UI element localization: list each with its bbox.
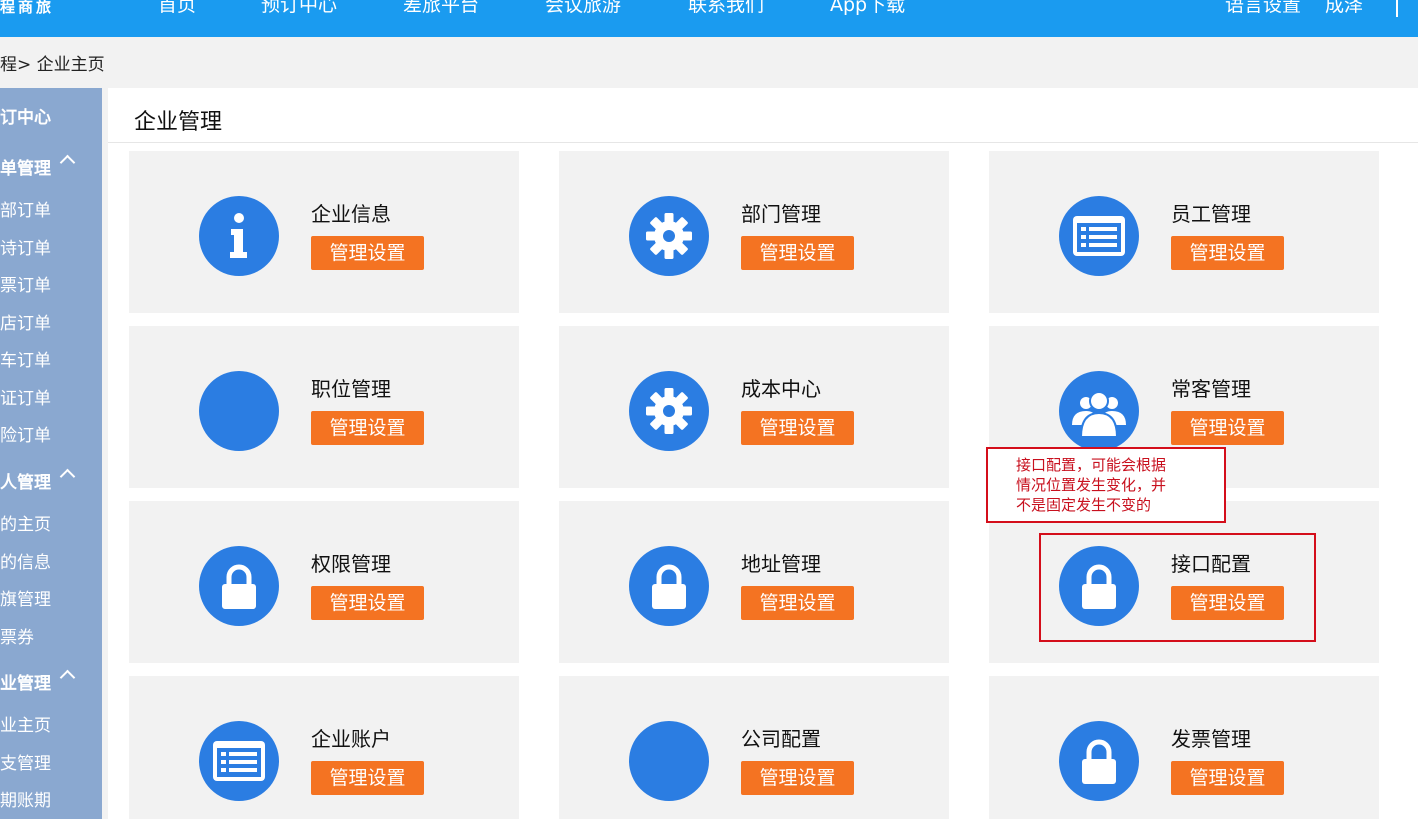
manage-settings-button[interactable]: 管理设置 [741,586,854,620]
top-nav: 程商旅 首页 预订中心 差旅平台 会议旅游 联系我们 App下载 语言设置 成泽 [0,0,1418,37]
sidebar-item-order-4[interactable]: 店订单 [0,309,51,334]
management-card: 职位管理 管理设置 [129,326,519,488]
sidebar-item-order-3[interactable]: 票订单 [0,271,51,296]
manage-settings-button[interactable]: 管理设置 [311,236,424,270]
sidebar-section-label: 单管理 [0,159,51,179]
sidebar-item-corp-2[interactable]: 支管理 [0,749,51,774]
sidebar: 订中心 单管理 部订单 诗订单 票订单 店订单 车订单 证订单 险订单 人管理 … [0,88,102,819]
annotation-line: 情况位置发生变化，并 [1016,476,1167,494]
manage-settings-button[interactable]: 管理设置 [741,236,854,270]
users-icon[interactable] [1059,371,1139,451]
nav-booking-center[interactable]: 预订中心 [261,0,337,17]
nav-user-name[interactable]: 成泽 [1325,0,1363,17]
blank-icon[interactable] [199,371,279,451]
nav-home[interactable]: 首页 [158,0,196,17]
breadcrumb-current: 企业主页 [36,55,105,75]
manage-settings-button[interactable]: 管理设置 [311,761,424,795]
lock-icon[interactable] [629,546,709,626]
management-card: 部门管理 管理设置 [559,151,949,313]
card-title: 地址管理 [741,552,821,576]
list-icon[interactable] [199,721,279,801]
chevron-up-icon[interactable] [59,468,76,485]
card-title: 成本中心 [741,377,821,401]
manage-settings-button[interactable]: 管理设置 [1171,236,1284,270]
sidebar-booking-center[interactable]: 订中心 [0,103,51,128]
blank-icon[interactable] [629,721,709,801]
sidebar-item-corp-home[interactable]: 业主页 [0,711,51,736]
gear-icon[interactable] [629,371,709,451]
manage-settings-button[interactable]: 管理设置 [741,761,854,795]
sidebar-item-order-2[interactable]: 诗订单 [0,234,51,259]
page-title: 企业管理 [134,110,223,135]
management-card: 公司配置 管理设置 [559,676,949,819]
lock-icon[interactable] [1059,721,1139,801]
card-title: 权限管理 [311,552,391,576]
brand-logo[interactable]: 程商旅 [0,0,54,17]
info-icon[interactable] [199,196,279,276]
sidebar-item-order-6[interactable]: 证订单 [0,384,51,409]
breadcrumb: 程> 企业主页 [0,50,105,75]
card-title: 企业信息 [311,202,391,226]
manage-settings-button[interactable]: 管理设置 [311,586,424,620]
card-title: 员工管理 [1171,202,1251,226]
sidebar-section-orders[interactable]: 单管理 [0,154,76,179]
nav-language-settings[interactable]: 语言设置 [1225,0,1301,17]
sidebar-item-order-5[interactable]: 车订单 [0,346,51,371]
sidebar-section-personal[interactable]: 人管理 [0,468,76,493]
manage-settings-button[interactable]: 管理设置 [1171,761,1284,795]
sidebar-section-label: 人管理 [0,473,51,493]
lock-icon[interactable] [199,546,279,626]
annotation-line: 接口配置，可能会根据 [1016,456,1167,474]
list-icon[interactable] [1059,196,1139,276]
sidebar-item-my-home[interactable]: 的主页 [0,510,51,535]
card-title: 企业账户 [311,727,391,751]
management-card: 员工管理 管理设置 [989,151,1379,313]
sidebar-item-vouchers[interactable]: 票券 [0,623,34,648]
management-card: 权限管理 管理设置 [129,501,519,663]
nav-contact-us[interactable]: 联系我们 [688,0,764,17]
gear-icon[interactable] [629,196,709,276]
card-title: 部门管理 [741,202,821,226]
chevron-up-icon[interactable] [59,154,76,171]
sidebar-section-corporate[interactable]: 业管理 [0,669,76,694]
sidebar-item-personal-3[interactable]: 旗管理 [0,585,51,610]
sidebar-item-order-7[interactable]: 险订单 [0,421,51,446]
nav-meeting-travel[interactable]: 会议旅游 [545,0,621,17]
sidebar-item-billing-period[interactable]: 期账期 [0,786,51,811]
card-title: 公司配置 [741,727,821,751]
management-card: 企业账户 管理设置 [129,676,519,819]
management-card: 成本中心 管理设置 [559,326,949,488]
nav-divider [1396,0,1398,17]
card-title: 发票管理 [1171,727,1251,751]
nav-travel-platform[interactable]: 差旅平台 [403,0,479,17]
management-card: 发票管理 管理设置 [989,676,1379,819]
nav-app-download[interactable]: App下载 [830,0,905,17]
manage-settings-button[interactable]: 管理设置 [1171,411,1284,445]
chevron-up-icon[interactable] [59,669,76,686]
annotation-note: 接口配置，可能会根据 情况位置发生变化，并 不是固定发生不变的 [986,447,1226,523]
card-title: 职位管理 [311,377,391,401]
annotation-highlight-box [1039,533,1316,642]
card-title: 常客管理 [1171,377,1251,401]
breadcrumb-prev[interactable]: 程> [0,55,31,75]
annotation-line: 不是固定发生不变的 [1016,496,1152,514]
management-card: 企业信息 管理设置 [129,151,519,313]
sidebar-item-all-orders[interactable]: 部订单 [0,196,51,221]
sidebar-section-label: 业管理 [0,674,51,694]
management-card: 地址管理 管理设置 [559,501,949,663]
sidebar-item-my-info[interactable]: 的信息 [0,548,51,573]
title-divider [108,142,1418,143]
manage-settings-button[interactable]: 管理设置 [741,411,854,445]
manage-settings-button[interactable]: 管理设置 [311,411,424,445]
